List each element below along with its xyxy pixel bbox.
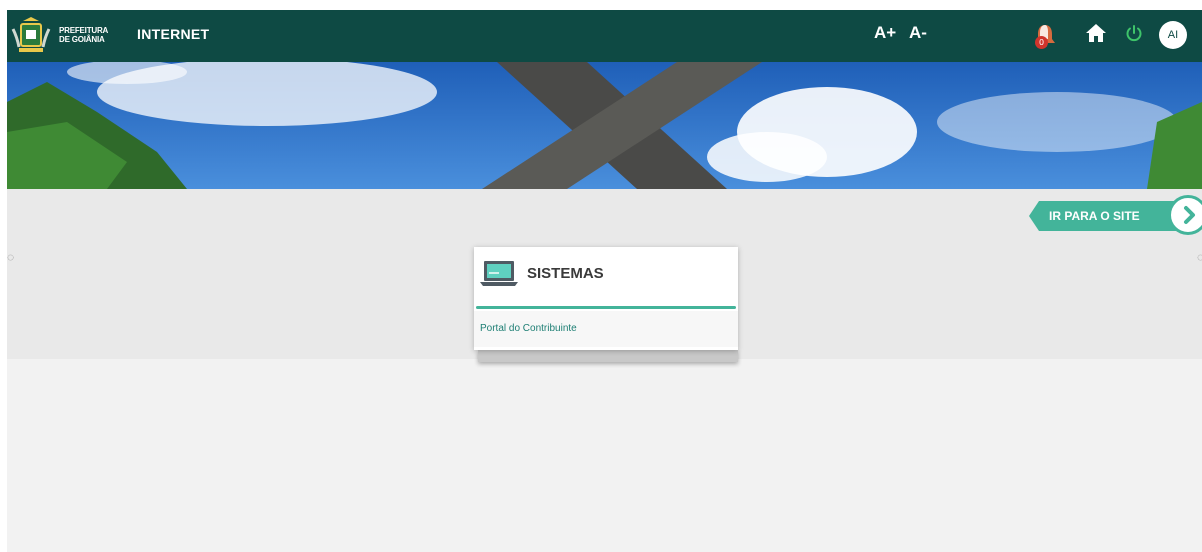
app-title: INTERNET	[137, 26, 210, 42]
page-frame: PREFEITURA DE GOIÂNIA INTERNET A+ A- 0 A…	[7, 10, 1202, 552]
monitor-icon	[480, 261, 518, 286]
home-icon[interactable]	[1085, 23, 1107, 43]
card-shadow	[478, 350, 738, 362]
logo-line-1: PREFEITURA	[59, 26, 109, 35]
portal-contribuinte-label[interactable]: Portal do Contribuinte	[480, 323, 577, 334]
go-to-site-label[interactable]: IR PARA O SITE	[1049, 209, 1140, 223]
card-title: SISTEMAS	[527, 265, 604, 282]
font-decrease-button[interactable]: A-	[909, 23, 927, 43]
notification-badge: 0	[1035, 36, 1048, 49]
user-avatar[interactable]: AI	[1159, 21, 1187, 49]
prefeitura-logo-icon[interactable]	[11, 15, 51, 55]
sistemas-card: SISTEMAS Portal do Contribuinte	[474, 247, 738, 350]
power-icon[interactable]	[1125, 24, 1143, 42]
top-bar: PREFEITURA DE GOIÂNIA INTERNET A+ A- 0 A…	[7, 10, 1202, 62]
carousel-next-button[interactable]: ◌	[1197, 250, 1202, 264]
logo-line-2: DE GOIÂNIA	[59, 35, 105, 44]
chevron-right-icon[interactable]	[1178, 204, 1200, 226]
font-increase-button[interactable]: A+	[874, 23, 896, 43]
portal-contribuinte-link[interactable]: Portal do Contribuinte	[474, 311, 738, 347]
banner-image	[7, 62, 1202, 189]
carousel-prev-button[interactable]: ◌	[7, 250, 14, 264]
logo-text: PREFEITURA DE GOIÂNIA	[59, 26, 108, 44]
card-separator	[476, 306, 736, 309]
